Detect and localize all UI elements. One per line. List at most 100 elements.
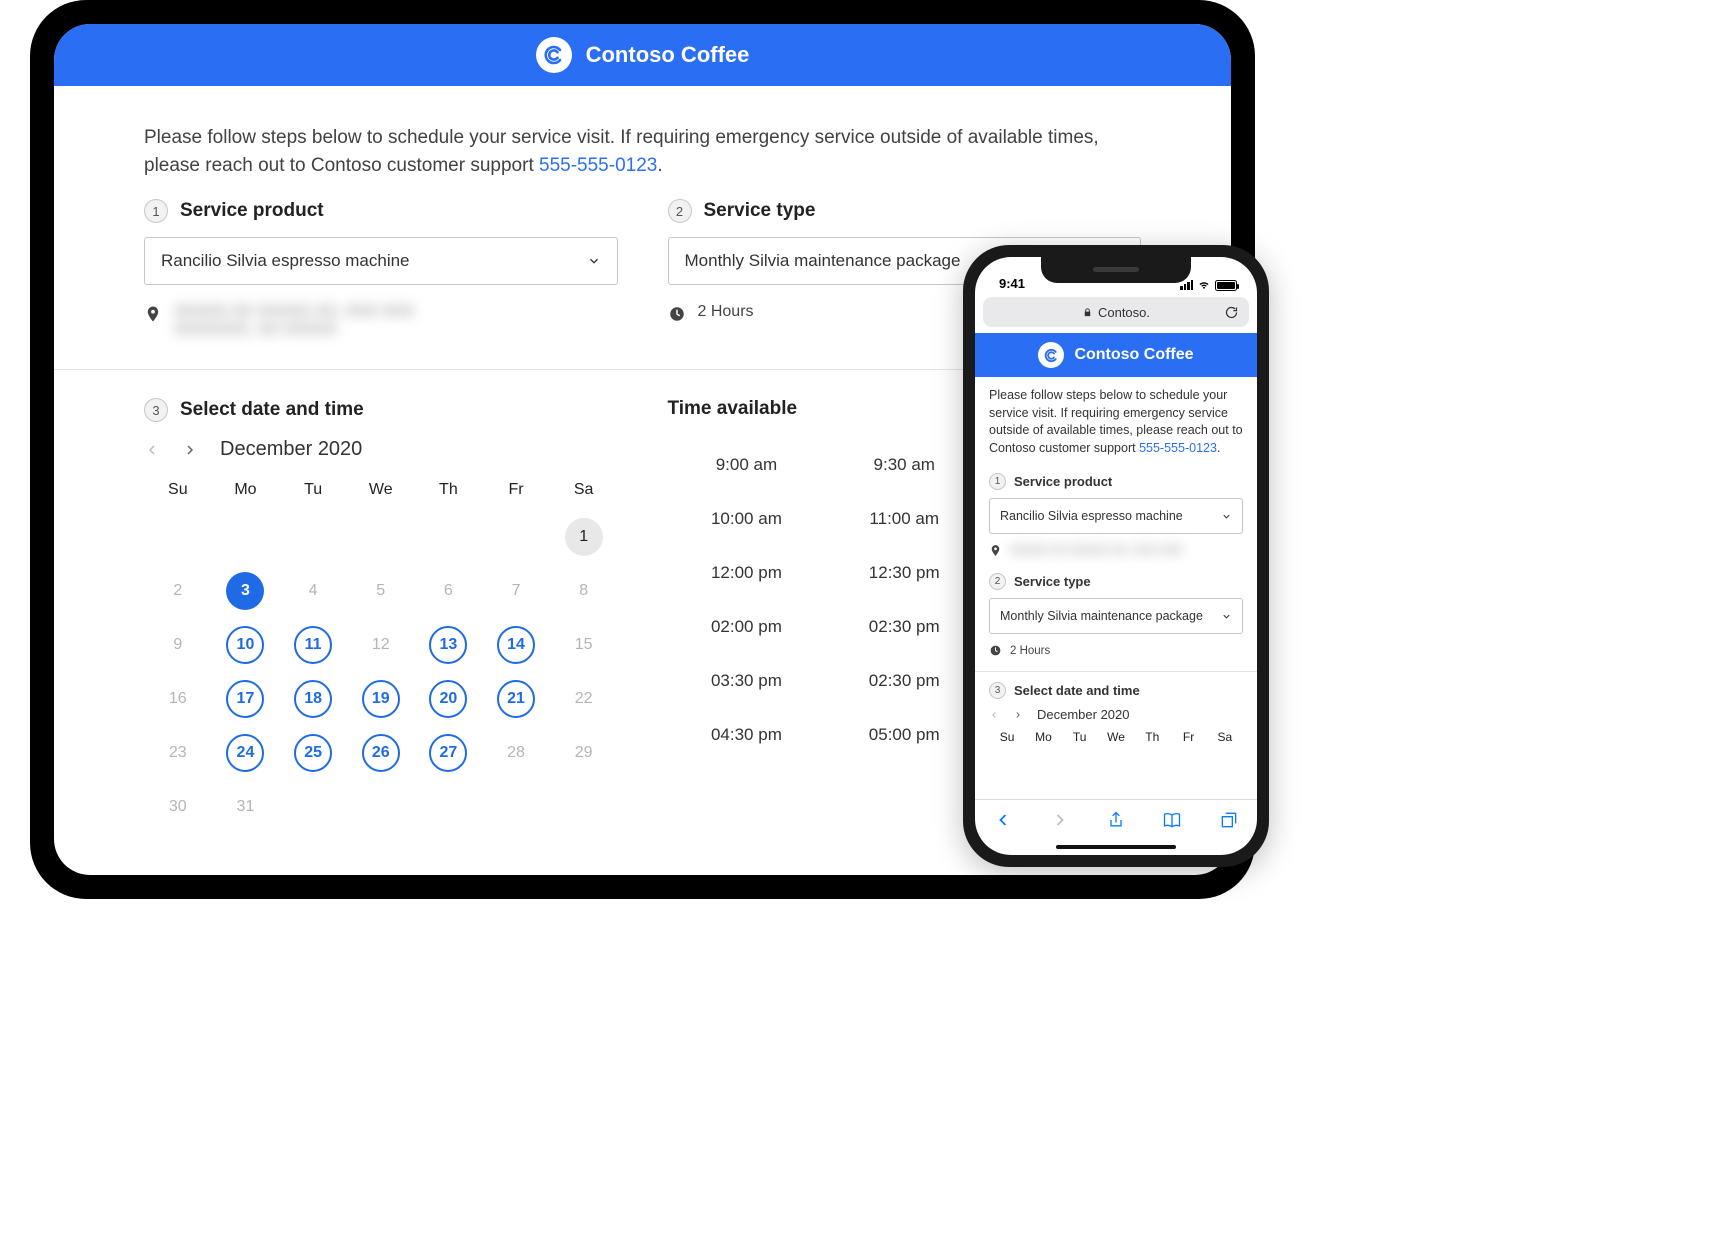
calendar-cell: 7 — [482, 569, 550, 613]
calendar-day: 8 — [565, 572, 603, 610]
calendar-grid: SuMoTuWeThFrSa12345678910111213141516171… — [144, 481, 618, 829]
service-duration-row: 2 Hours — [989, 644, 1243, 657]
time-slot[interactable]: 9:00 am — [668, 438, 826, 492]
calendar-cell: 8 — [550, 569, 618, 613]
phone-clock: 9:41 — [999, 276, 1025, 291]
calendar-weekday: Sa — [1207, 730, 1243, 744]
calendar-weekday: Th — [415, 481, 483, 505]
calendar-day: 22 — [565, 680, 603, 718]
step-1-title: Service product — [1014, 474, 1112, 489]
calendar-day[interactable]: 18 — [294, 680, 332, 718]
calendar-cell: 21 — [482, 677, 550, 721]
calendar-weekday: Tu — [279, 481, 347, 505]
calendar-cell: 30 — [144, 785, 212, 829]
calendar-day[interactable]: 1 — [565, 518, 603, 556]
calendar-day[interactable]: 20 — [429, 680, 467, 718]
brand-logo-icon — [1038, 342, 1064, 368]
share-button[interactable] — [1106, 810, 1126, 830]
calendar-day: 23 — [159, 734, 197, 772]
time-slot[interactable]: 02:30 pm — [825, 654, 983, 708]
service-product-select[interactable]: Rancilio Silvia espresso machine — [144, 237, 618, 285]
calendar-weekday: Fr — [482, 481, 550, 505]
service-product-select[interactable]: Rancilio Silvia espresso machine — [989, 498, 1243, 534]
browser-url-bar[interactable]: Contoso. — [983, 297, 1249, 327]
calendar-day[interactable]: 10 — [226, 626, 264, 664]
service-type-value: Monthly Silvia maintenance package — [1000, 609, 1203, 623]
time-slot[interactable]: 11:00 am — [825, 492, 983, 546]
calendar-cell — [347, 515, 415, 559]
service-address-redacted: XXXXX XX XXXXX XX, XXX XXX — [1010, 545, 1183, 557]
calendar-month-label: December 2020 — [1037, 707, 1130, 722]
calendar-next-month[interactable] — [182, 442, 198, 458]
calendar-day[interactable]: 3 — [226, 572, 264, 610]
chevron-down-icon — [587, 254, 601, 268]
pin-icon — [989, 544, 1002, 557]
calendar-cell: 25 — [279, 731, 347, 775]
time-slot[interactable]: 9:30 am — [825, 438, 983, 492]
calendar-prev-month[interactable] — [989, 710, 999, 720]
time-slot[interactable]: 02:00 pm — [668, 600, 826, 654]
calendar-cell: 15 — [550, 623, 618, 667]
calendar-cell: 23 — [144, 731, 212, 775]
time-slot[interactable]: 12:00 pm — [668, 546, 826, 600]
calendar-cell: 4 — [279, 569, 347, 613]
calendar-cell: 24 — [212, 731, 280, 775]
time-slot[interactable]: 02:30 pm — [825, 600, 983, 654]
calendar-day: 28 — [497, 734, 535, 772]
service-product-value: Rancilio Silvia espresso machine — [161, 251, 410, 271]
step-2-title: Service type — [1014, 574, 1091, 589]
time-slot[interactable]: 03:30 pm — [668, 654, 826, 708]
calendar-day: 30 — [159, 788, 197, 826]
calendar-day: 29 — [565, 734, 603, 772]
calendar-cell: 31 — [212, 785, 280, 829]
calendar-cell — [347, 785, 415, 829]
time-slot[interactable]: 12:30 pm — [825, 546, 983, 600]
calendar-day[interactable]: 19 — [362, 680, 400, 718]
calendar-cell: 13 — [415, 623, 483, 667]
intro-text-after: . — [1217, 441, 1220, 455]
calendar-day[interactable]: 25 — [294, 734, 332, 772]
calendar-prev-month[interactable] — [144, 442, 160, 458]
service-duration: 2 Hours — [1010, 645, 1050, 657]
step-3-number: 3 — [989, 682, 1006, 699]
calendar-day[interactable]: 11 — [294, 626, 332, 664]
step-1-title: Service product — [180, 200, 324, 222]
step-2-number: 2 — [668, 199, 692, 223]
calendar-day[interactable]: 17 — [226, 680, 264, 718]
calendar-day[interactable]: 26 — [362, 734, 400, 772]
time-slot[interactable]: 04:30 pm — [668, 708, 826, 762]
time-slot[interactable]: 05:00 pm — [825, 708, 983, 762]
support-phone-link[interactable]: 555-555-0123 — [1139, 441, 1217, 455]
section-divider — [975, 671, 1257, 672]
calendar-day[interactable]: 21 — [497, 680, 535, 718]
service-address-row: XXXXX XX XXXXX XX, XXX XXX — [989, 544, 1243, 557]
support-phone-link[interactable]: 555-555-0123 — [539, 155, 657, 176]
browser-toolbar — [975, 799, 1257, 839]
calendar-cell — [415, 515, 483, 559]
calendar-cell: 11 — [279, 623, 347, 667]
service-address-row: XXXXX XX XXXXX XX, XXX XXX XXXXXXX, XX X… — [144, 303, 618, 339]
refresh-icon[interactable] — [1224, 305, 1239, 320]
service-type-select[interactable]: Monthly Silvia maintenance package — [989, 598, 1243, 634]
tabs-button[interactable] — [1219, 810, 1239, 830]
signal-icon — [1180, 280, 1193, 290]
calendar-day[interactable]: 13 — [429, 626, 467, 664]
calendar-cell: 9 — [144, 623, 212, 667]
phone-notch — [1041, 257, 1191, 283]
calendar-day[interactable]: 14 — [497, 626, 535, 664]
calendar-cell — [212, 515, 280, 559]
calendar-day: 7 — [497, 572, 535, 610]
calendar-cell: 26 — [347, 731, 415, 775]
calendar-day[interactable]: 27 — [429, 734, 467, 772]
bookmarks-button[interactable] — [1162, 810, 1182, 830]
time-slot[interactable]: 10:00 am — [668, 492, 826, 546]
step-3-title: Select date and time — [180, 399, 364, 421]
service-product-section: 1 Service product Rancilio Silvia espres… — [144, 199, 618, 339]
calendar-day[interactable]: 24 — [226, 734, 264, 772]
calendar-next-month[interactable] — [1013, 710, 1023, 720]
back-button[interactable] — [993, 810, 1013, 830]
home-indicator — [975, 839, 1257, 855]
calendar-weekday: Mo — [212, 481, 280, 505]
calendar-day: 31 — [226, 788, 264, 826]
calendar-weekday-row: SuMoTuWeThFrSa — [989, 730, 1243, 744]
